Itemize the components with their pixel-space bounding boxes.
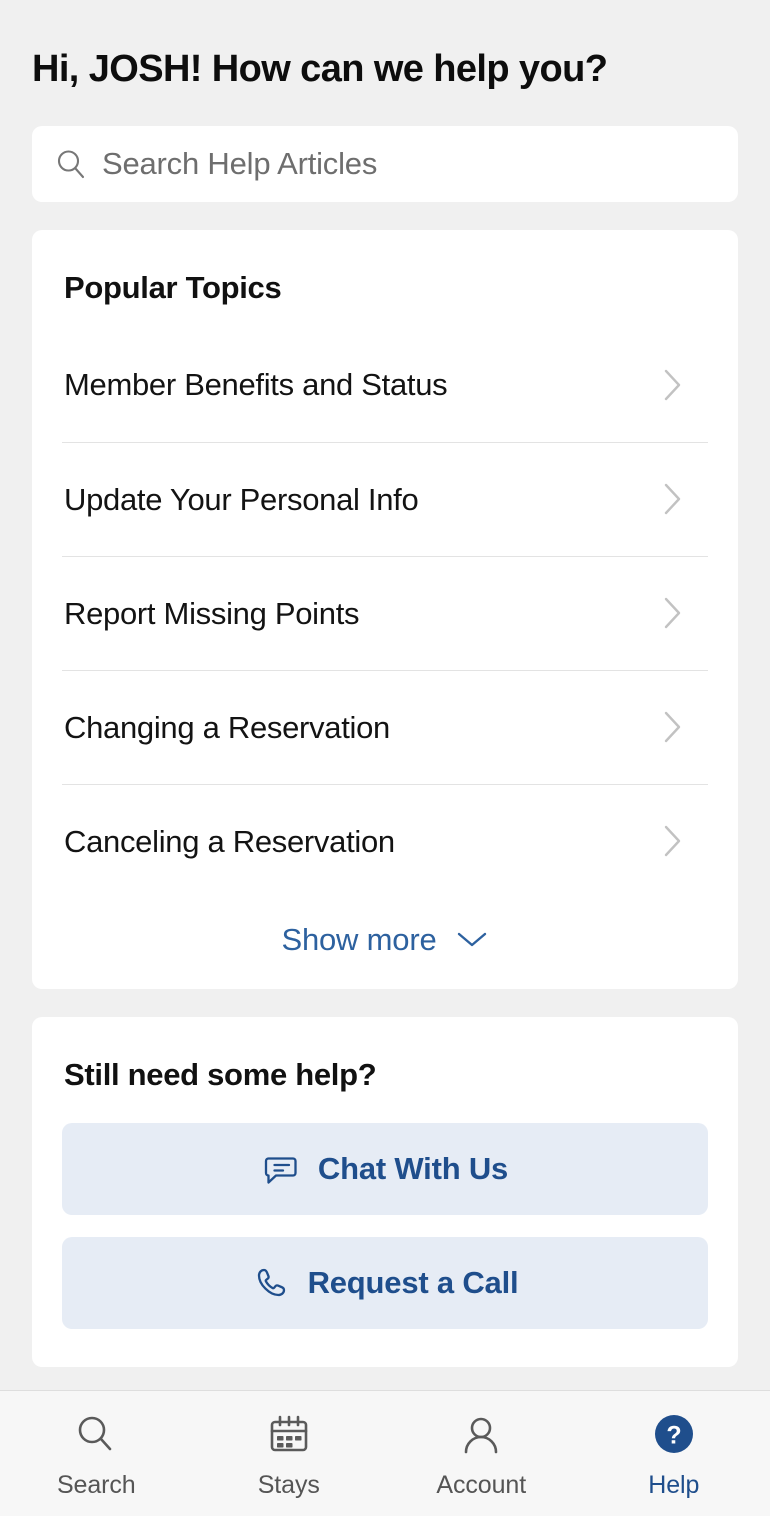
topic-label: Update Your Personal Info [64, 484, 418, 515]
nav-label-stays: Stays [258, 1473, 320, 1498]
bottom-navigation: Search St [0, 1390, 770, 1516]
topic-row[interactable]: Member Benefits and Status [62, 328, 708, 442]
svg-text:?: ? [666, 1422, 681, 1450]
request-a-call-label: Request a Call [308, 1267, 519, 1298]
magnifier-icon [73, 1409, 119, 1461]
nav-label-search: Search [57, 1473, 136, 1498]
chevron-right-icon [662, 823, 684, 859]
topic-row[interactable]: Changing a Reservation [62, 670, 708, 784]
nav-item-stays[interactable]: Stays [193, 1391, 386, 1516]
help-screen: Hi, JOSH! How can we help you? Search He… [0, 0, 770, 1516]
search-placeholder: Search Help Articles [102, 148, 377, 179]
nav-item-help[interactable]: ? Help [578, 1391, 770, 1516]
chevron-right-icon [662, 709, 684, 745]
page-title: Hi, JOSH! How can we help you? [32, 0, 738, 92]
chevron-down-icon [455, 929, 489, 949]
topic-row[interactable]: Report Missing Points [62, 556, 708, 670]
topic-label: Report Missing Points [64, 598, 359, 629]
topic-label: Changing a Reservation [64, 712, 390, 743]
show-more-button[interactable]: Show more [62, 898, 708, 989]
topic-row[interactable]: Update Your Personal Info [62, 442, 708, 556]
nav-label-help: Help [648, 1473, 699, 1498]
chat-with-us-button[interactable]: Chat With Us [62, 1123, 708, 1215]
chevron-right-icon [662, 595, 684, 631]
topic-row[interactable]: Canceling a Reservation [62, 784, 708, 898]
still-need-help-title: Still need some help? [62, 1017, 708, 1115]
show-more-label: Show more [282, 924, 437, 955]
popular-topics-list: Member Benefits and Status Update Your P… [62, 328, 708, 898]
scroll-content: Hi, JOSH! How can we help you? Search He… [0, 0, 770, 1390]
topic-label: Member Benefits and Status [64, 369, 447, 400]
chat-with-us-label: Chat With Us [318, 1153, 508, 1184]
popular-topics-card: Popular Topics Member Benefits and Statu… [32, 230, 738, 989]
chat-bubble-icon [262, 1150, 300, 1188]
nav-label-account: Account [436, 1473, 526, 1498]
calendar-icon [266, 1409, 312, 1461]
nav-item-account[interactable]: Account [385, 1391, 578, 1516]
nav-item-search[interactable]: Search [0, 1391, 193, 1516]
chevron-right-icon [662, 481, 684, 517]
chevron-right-icon [662, 367, 684, 403]
phone-icon [252, 1264, 290, 1302]
topic-label: Canceling a Reservation [64, 826, 395, 857]
person-icon [458, 1409, 504, 1461]
question-circle-icon: ? [651, 1409, 697, 1461]
search-icon [54, 147, 88, 181]
request-a-call-button[interactable]: Request a Call [62, 1237, 708, 1329]
popular-topics-title: Popular Topics [62, 230, 708, 328]
still-need-help-card: Still need some help? Chat With Us [32, 1017, 738, 1367]
search-input[interactable]: Search Help Articles [32, 126, 738, 202]
